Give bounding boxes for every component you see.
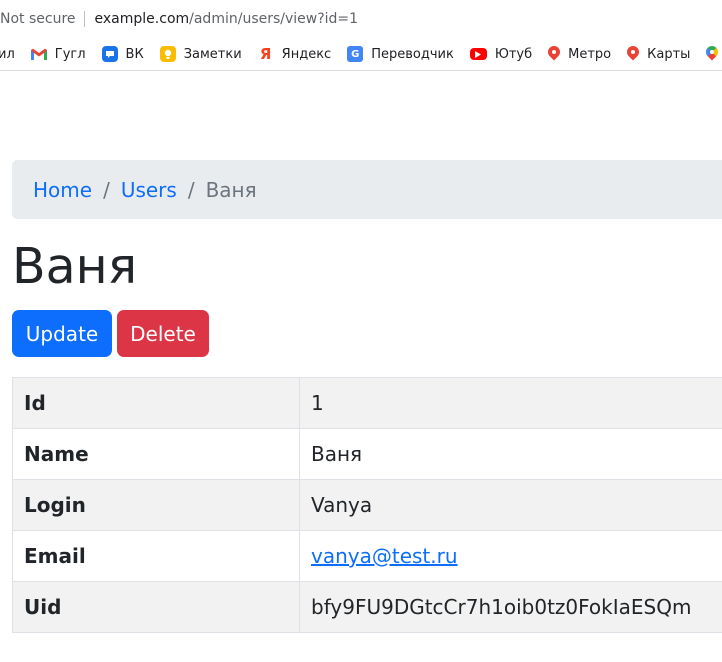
breadcrumb-home-link[interactable]: Home: [33, 178, 92, 202]
gmail-icon: [30, 46, 47, 62]
detail-value-login: Vanya: [299, 479, 722, 531]
page-title: Ваня: [12, 238, 138, 295]
bookmark-google[interactable]: Гугл: [30, 46, 86, 62]
detail-value-name: Ваня: [299, 428, 722, 480]
bookmark-translate[interactable]: G Переводчик: [347, 46, 454, 62]
security-label[interactable]: Not secure: [0, 11, 76, 27]
yandex-icon: Я: [259, 45, 272, 63]
bookmark-label: Яндекс: [281, 46, 332, 62]
bookmarks-bar: ил Гугл ВК Заметки Я Яндекс G Переводчик…: [0, 38, 722, 71]
bookmark-label: ил: [0, 46, 15, 62]
detail-value-id: 1: [299, 377, 722, 429]
bookmark-label: Гугл: [54, 46, 86, 62]
detail-label-id: Id: [12, 377, 300, 429]
vk-icon: [101, 46, 118, 62]
url-host[interactable]: example.com: [95, 11, 190, 27]
breadcrumb: Home / Users / Ваня: [12, 160, 722, 219]
table-row: Uid bfy9FU9DGtcCr7h1oib0tz0FokIaESQm: [12, 581, 722, 633]
url-path[interactable]: /admin/users/view?id=1: [189, 11, 358, 27]
table-row: Email vanya@test.ru: [12, 530, 722, 582]
detail-label-name: Name: [12, 428, 300, 480]
address-bar[interactable]: Not secure example.com/admin/users/view?…: [0, 0, 722, 38]
map-pin-icon: [627, 46, 639, 62]
bookmark-label: Переводчик: [371, 46, 454, 62]
breadcrumb-separator: /: [103, 177, 110, 202]
notes-icon: [159, 46, 176, 62]
email-link[interactable]: vanya@test.ru: [311, 544, 458, 568]
address-divider: [83, 11, 85, 27]
bookmark-label: Карты: [647, 46, 691, 62]
table-row: Name Ваня: [12, 428, 722, 480]
map-pin-icon: [548, 46, 560, 62]
table-row: Id 1: [12, 377, 722, 429]
bookmark-notes[interactable]: Заметки: [159, 46, 242, 62]
detail-value-email-cell: vanya@test.ru: [299, 530, 722, 582]
google-maps-icon: [706, 46, 718, 62]
bookmark-label: Метро: [568, 46, 612, 62]
user-detail-table: Id 1 Name Ваня Login Vanya Email vanya@t…: [12, 377, 722, 633]
detail-label-email: Email: [12, 530, 300, 582]
bookmark-google-maps[interactable]: Ка: [706, 46, 722, 62]
detail-label-uid: Uid: [12, 581, 300, 633]
breadcrumb-current: Ваня: [205, 177, 257, 202]
bookmark-label: Ютуб: [494, 46, 533, 62]
bookmark-mail[interactable]: ил: [0, 47, 15, 62]
delete-button[interactable]: Delete: [117, 310, 209, 357]
youtube-icon: [469, 48, 487, 60]
detail-label-login: Login: [12, 479, 300, 531]
bookmark-youtube[interactable]: Ютуб: [469, 46, 533, 62]
detail-value-uid: bfy9FU9DGtcCr7h1oib0tz0FokIaESQm: [299, 581, 722, 633]
update-button[interactable]: Update: [12, 310, 112, 357]
breadcrumb-separator: /: [187, 177, 195, 202]
bookmark-vk[interactable]: ВК: [101, 46, 144, 62]
bookmark-label: Заметки: [183, 46, 242, 62]
bookmark-label: ВК: [125, 46, 144, 62]
breadcrumb-users-link[interactable]: Users: [121, 178, 177, 202]
table-row: Login Vanya: [12, 479, 722, 531]
bookmark-metro[interactable]: Метро: [548, 46, 611, 62]
bookmark-yandex[interactable]: Я Яндекс: [258, 45, 332, 63]
bookmark-maps[interactable]: Карты: [627, 46, 690, 62]
translate-icon: G: [347, 46, 364, 62]
